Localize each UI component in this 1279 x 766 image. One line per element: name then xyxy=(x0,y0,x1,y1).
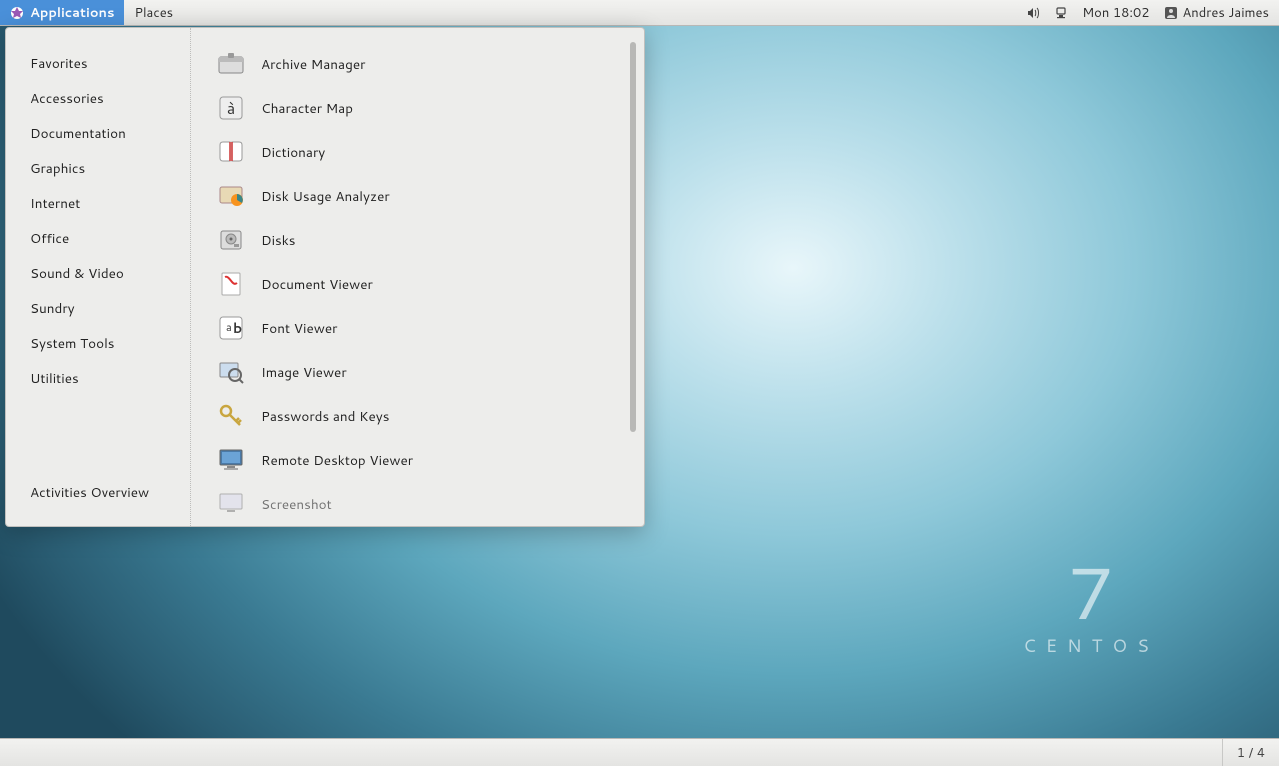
workspace-text: 1 / 4 xyxy=(1237,744,1265,762)
category-internet[interactable]: Internet xyxy=(6,186,190,221)
category-utilities[interactable]: Utilities xyxy=(6,361,190,396)
top-panel: Applications Places Mon 18:02 Andres Jai… xyxy=(0,0,1279,26)
archive-icon xyxy=(215,48,247,80)
disks-icon xyxy=(215,224,247,256)
category-office[interactable]: Office xyxy=(6,221,190,256)
distro-version: 7 xyxy=(1023,556,1159,628)
category-sound-video[interactable]: Sound & Video xyxy=(6,256,190,291)
app-passwords-keys[interactable]: Passwords and Keys xyxy=(201,394,644,438)
keys-icon xyxy=(215,400,247,432)
places-menu-button[interactable]: Places xyxy=(124,0,183,25)
charmap-icon: à xyxy=(215,92,247,124)
app-dictionary[interactable]: Dictionary xyxy=(201,130,644,174)
svg-text:à: à xyxy=(227,97,235,120)
category-graphics[interactable]: Graphics xyxy=(6,151,190,186)
wallpaper-branding: 7 CENTOS xyxy=(1023,556,1159,658)
app-character-map[interactable]: à Character Map xyxy=(201,86,644,130)
app-image-viewer[interactable]: Image Viewer xyxy=(201,350,644,394)
dictionary-icon xyxy=(215,136,247,168)
category-sundry[interactable]: Sundry xyxy=(6,291,190,326)
category-favorites[interactable]: Favorites xyxy=(6,46,190,81)
document-viewer-icon xyxy=(215,268,247,300)
app-archive-manager[interactable]: Archive Manager xyxy=(201,42,644,86)
places-label: Places xyxy=(134,4,173,22)
app-screenshot[interactable]: Screenshot xyxy=(201,482,644,526)
bottom-panel: 1 / 4 xyxy=(0,738,1279,766)
category-accessories[interactable]: Accessories xyxy=(6,81,190,116)
svg-text:a: a xyxy=(226,319,232,335)
app-label: Disk Usage Analyzer xyxy=(261,187,390,206)
font-viewer-icon: ab xyxy=(215,312,247,344)
distro-name: CENTOS xyxy=(1023,632,1159,658)
app-label: Passwords and Keys xyxy=(261,407,389,426)
menu-scrollbar[interactable] xyxy=(630,42,636,432)
app-disk-usage[interactable]: Disk Usage Analyzer xyxy=(201,174,644,218)
activities-overview-button[interactable]: Activities Overview xyxy=(6,473,190,514)
user-icon xyxy=(1164,6,1178,20)
screenshot-icon xyxy=(215,488,247,520)
menu-categories: Favorites Accessories Documentation Grap… xyxy=(6,28,191,526)
app-document-viewer[interactable]: Document Viewer xyxy=(201,262,644,306)
panel-status-area: Mon 18:02 Andres Jaimes xyxy=(1026,4,1279,22)
app-label: Remote Desktop Viewer xyxy=(261,451,413,470)
applications-menu-popup: Favorites Accessories Documentation Grap… xyxy=(5,27,645,527)
app-label: Disks xyxy=(261,231,296,250)
app-label: Screenshot xyxy=(261,495,332,514)
username-text: Andres Jaimes xyxy=(1183,4,1269,22)
app-label: Dictionary xyxy=(261,143,325,162)
volume-icon[interactable] xyxy=(1026,6,1040,20)
app-label: Image Viewer xyxy=(261,363,347,382)
category-documentation[interactable]: Documentation xyxy=(6,116,190,151)
disk-usage-icon xyxy=(215,180,247,212)
app-font-viewer[interactable]: ab Font Viewer xyxy=(201,306,644,350)
app-disks[interactable]: Disks xyxy=(201,218,644,262)
distro-icon xyxy=(10,6,24,20)
app-label: Archive Manager xyxy=(261,55,365,74)
menu-app-list: Archive Manager à Character Map Dictiona… xyxy=(191,28,644,526)
category-system-tools[interactable]: System Tools xyxy=(6,326,190,361)
app-remote-desktop[interactable]: Remote Desktop Viewer xyxy=(201,438,644,482)
app-label: Character Map xyxy=(261,99,353,118)
clock-text: Mon 18:02 xyxy=(1082,4,1149,22)
applications-label: Applications xyxy=(30,4,114,22)
network-icon[interactable] xyxy=(1054,6,1068,20)
app-label: Document Viewer xyxy=(261,275,373,294)
workspace-indicator[interactable]: 1 / 4 xyxy=(1222,739,1279,766)
remote-desktop-icon xyxy=(215,444,247,476)
user-menu[interactable]: Andres Jaimes xyxy=(1164,4,1269,22)
image-viewer-icon xyxy=(215,356,247,388)
clock[interactable]: Mon 18:02 xyxy=(1082,4,1149,22)
app-label: Font Viewer xyxy=(261,319,337,338)
svg-text:b: b xyxy=(233,318,242,338)
